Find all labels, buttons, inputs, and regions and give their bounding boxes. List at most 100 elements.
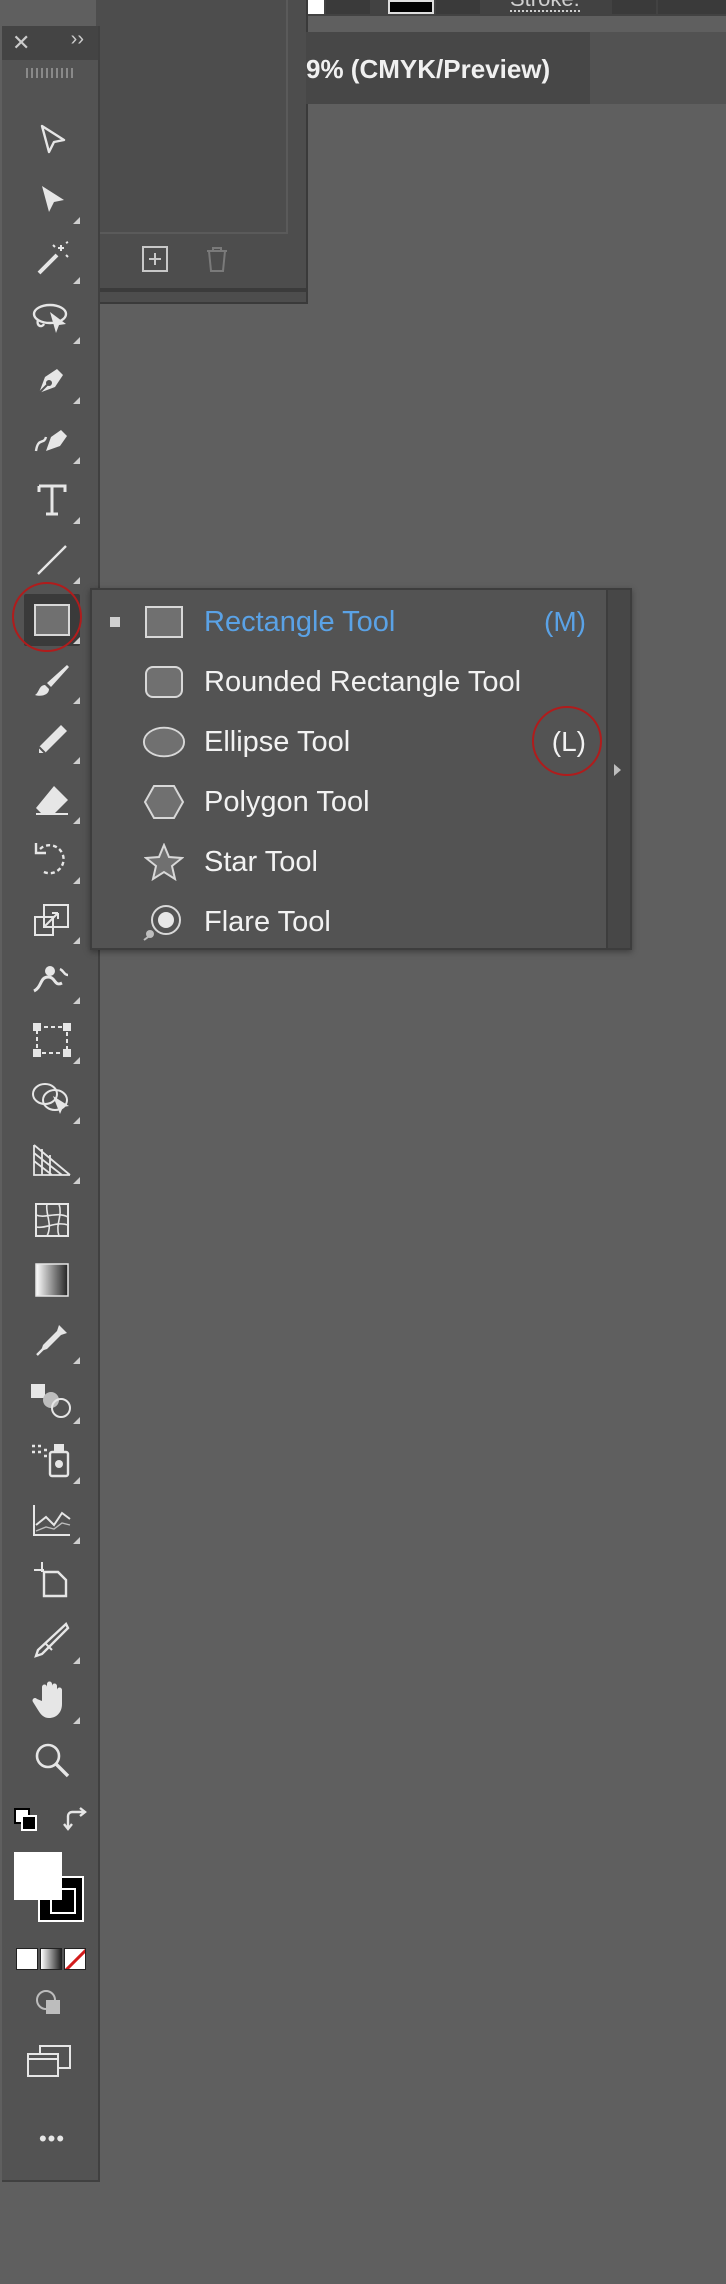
paintbrush-icon bbox=[35, 665, 69, 696]
eraser-tool[interactable] bbox=[24, 774, 80, 826]
mesh-tool[interactable] bbox=[24, 1194, 80, 1246]
rounded-rectangle-icon bbox=[142, 660, 186, 704]
gradient-tool[interactable] bbox=[24, 1254, 80, 1306]
screen-mode-icon bbox=[27, 2045, 71, 2077]
menu-item-label: Star Tool bbox=[204, 845, 318, 878]
none-slash-icon bbox=[65, 1949, 85, 1969]
delete-button[interactable] bbox=[202, 244, 232, 274]
hand-icon bbox=[32, 1681, 62, 1718]
warp-tool[interactable] bbox=[24, 954, 80, 1006]
color-mode-button[interactable] bbox=[16, 1948, 38, 1970]
paintbrush-tool[interactable] bbox=[24, 654, 80, 706]
lasso-tool[interactable] bbox=[24, 294, 80, 346]
pencil-icon bbox=[38, 725, 67, 754]
slice-tool[interactable] bbox=[24, 1614, 80, 1666]
tools-panel: ✕ ›› ••• bbox=[2, 26, 100, 2182]
artboard-icon bbox=[34, 1562, 68, 1598]
pencil-tool[interactable] bbox=[24, 714, 80, 766]
zoom-icon bbox=[35, 1743, 70, 1778]
warp-icon bbox=[33, 966, 69, 993]
selection-tool[interactable] bbox=[24, 174, 80, 226]
tearoff-bar[interactable] bbox=[606, 590, 630, 948]
line-segment-icon bbox=[37, 545, 67, 575]
flare-icon bbox=[142, 900, 186, 944]
type-tool[interactable] bbox=[24, 474, 80, 526]
swap-fill-stroke-button[interactable] bbox=[62, 1806, 90, 1834]
new-item-button[interactable] bbox=[140, 244, 170, 274]
symbol-sprayer-tool[interactable] bbox=[24, 1434, 80, 1486]
menu-item-flare-tool[interactable]: Flare Tool bbox=[92, 892, 608, 952]
swatches-panel bbox=[96, 0, 308, 304]
document-tab[interactable]: 9% (CMYK/Preview) bbox=[306, 32, 592, 104]
menu-item-rectangle-tool[interactable]: Rectangle Tool (M) bbox=[92, 592, 608, 652]
shape-builder-icon bbox=[32, 1083, 69, 1114]
screen-mode-button[interactable] bbox=[26, 2044, 74, 2080]
selection-arrow-icon bbox=[42, 186, 64, 212]
blend-tool[interactable] bbox=[24, 1374, 80, 1426]
default-fill-stroke-button[interactable] bbox=[14, 1808, 38, 1832]
rotate-tool[interactable] bbox=[24, 834, 80, 886]
tab-row bbox=[590, 32, 726, 104]
curvature-tool[interactable] bbox=[24, 414, 80, 466]
menu-item-star-tool[interactable]: Star Tool bbox=[92, 832, 608, 892]
drag-handle[interactable] bbox=[26, 68, 76, 78]
scale-tool[interactable] bbox=[24, 894, 80, 946]
menu-item-label: Flare Tool bbox=[204, 905, 331, 938]
line-segment-tool[interactable] bbox=[24, 534, 80, 586]
graph-icon bbox=[33, 1505, 71, 1536]
none-mode-button[interactable] bbox=[64, 1948, 86, 1970]
curvature-icon bbox=[34, 430, 67, 452]
draw-inside-icon bbox=[36, 1990, 60, 2014]
free-transform-icon bbox=[33, 1023, 71, 1057]
ellipse-icon bbox=[142, 720, 186, 764]
column-graph-tool[interactable] bbox=[24, 1494, 80, 1546]
hand-tool[interactable] bbox=[24, 1674, 80, 1726]
collapse-icon[interactable]: ›› bbox=[71, 28, 84, 51]
menu-item-label: Rounded Rectangle Tool bbox=[204, 665, 522, 698]
type-icon bbox=[37, 484, 67, 516]
magic-wand-tool[interactable] bbox=[24, 234, 80, 286]
shape-builder-tool[interactable] bbox=[24, 1074, 80, 1126]
slice-icon bbox=[34, 1622, 70, 1658]
stroke-dropdown[interactable] bbox=[436, 0, 480, 14]
rectangle-tool-highlight bbox=[12, 582, 82, 652]
fill-dropdown[interactable] bbox=[326, 0, 370, 14]
zoom-tool[interactable] bbox=[24, 1734, 80, 1786]
stroke-label[interactable]: Stroke: bbox=[510, 0, 580, 12]
edit-toolbar-button[interactable]: ••• bbox=[32, 2126, 72, 2151]
menu-item-polygon-tool[interactable]: Polygon Tool bbox=[92, 772, 608, 832]
stroke-weight-stepper[interactable] bbox=[612, 0, 656, 14]
stroke-color-chip[interactable] bbox=[388, 0, 434, 14]
pen-icon bbox=[38, 369, 63, 394]
direct-selection-tool[interactable] bbox=[24, 114, 80, 166]
symbol-sprayer-icon bbox=[32, 1444, 70, 1478]
gradient-mode-button[interactable] bbox=[40, 1948, 62, 1970]
rectangle-icon bbox=[142, 600, 186, 644]
menu-item-ellipse-tool[interactable]: Ellipse Tool (L) bbox=[92, 712, 608, 772]
tearoff-arrow-icon bbox=[614, 764, 621, 776]
add-icon bbox=[142, 246, 168, 272]
rotate-icon bbox=[34, 843, 65, 875]
ellipse-shortcut-highlight bbox=[532, 706, 602, 776]
trash-icon bbox=[207, 247, 227, 272]
panel-divider bbox=[96, 288, 306, 292]
stroke-weight-field[interactable] bbox=[658, 0, 726, 14]
lasso-icon bbox=[32, 303, 68, 333]
menu-item-shortcut: (M) bbox=[544, 606, 586, 637]
menu-item-rounded-rectangle-tool[interactable]: Rounded Rectangle Tool bbox=[92, 652, 608, 712]
document-tab-title: 9% (CMYK/Preview) bbox=[306, 54, 551, 84]
fill-swatch[interactable] bbox=[14, 1852, 62, 1900]
eyedropper-tool[interactable] bbox=[24, 1314, 80, 1366]
fill-color-chip[interactable] bbox=[306, 0, 324, 14]
polygon-icon bbox=[142, 780, 186, 824]
artboard-tool[interactable] bbox=[24, 1554, 80, 1606]
close-icon[interactable]: ✕ bbox=[12, 30, 30, 56]
swap-arrow-icon bbox=[63, 1807, 87, 1831]
free-transform-tool[interactable] bbox=[24, 1014, 80, 1066]
menu-item-label: Ellipse Tool bbox=[204, 725, 351, 758]
blend-icon bbox=[31, 1384, 71, 1418]
pen-tool[interactable] bbox=[24, 354, 80, 406]
perspective-grid-tool[interactable] bbox=[24, 1134, 80, 1186]
default-colors-icon bbox=[14, 1808, 37, 1831]
drawing-mode-button[interactable] bbox=[32, 1986, 68, 2020]
